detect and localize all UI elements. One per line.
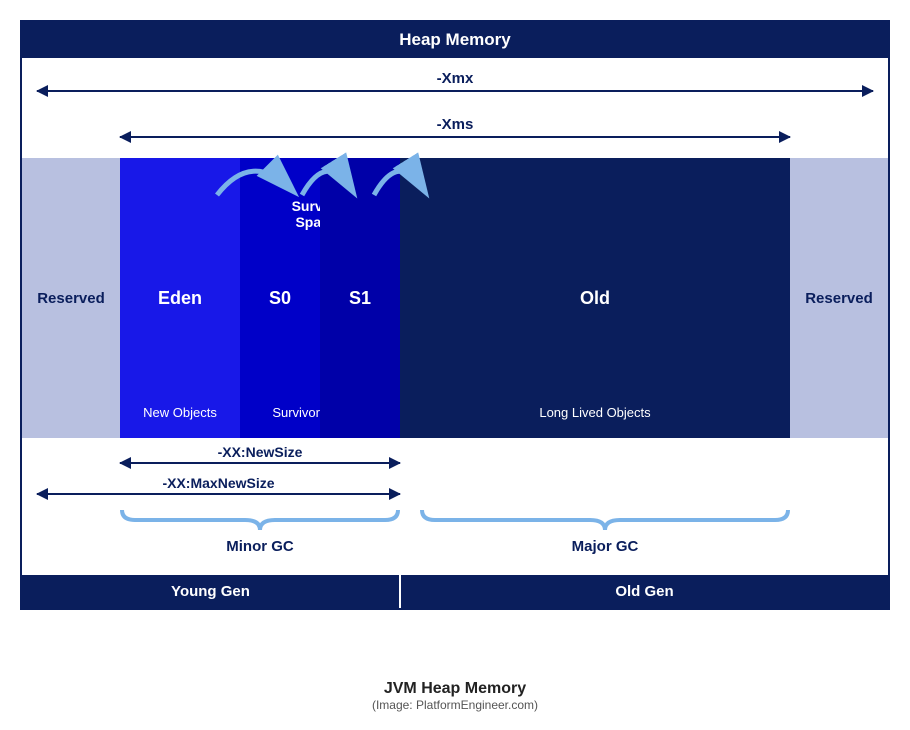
xmx-label: -Xmx: [37, 70, 873, 87]
xms-label: -Xms: [120, 116, 790, 133]
header-title: Heap Memory: [22, 22, 888, 58]
young-gen-label: Young Gen: [22, 573, 400, 608]
eden-sub: New Objects: [143, 405, 217, 420]
s0-segment: Survivor Spaces S0 Survivor Objects: [240, 158, 320, 438]
promotion-arrows: [22, 150, 892, 200]
major-gc-brace: [420, 508, 790, 533]
s1-title: S1: [349, 288, 371, 309]
caption-title: JVM Heap Memory: [0, 680, 910, 698]
eden-segment: Eden New Objects: [120, 158, 240, 438]
old-sub: Long Lived Objects: [539, 405, 650, 420]
caption-sub: (Image: PlatformEngineer.com): [0, 698, 910, 712]
bottom-sizing-arrows: -XX:NewSize -XX:MaxNewSize: [22, 438, 888, 503]
top-sizing-arrows: -Xmx -Xms: [22, 58, 888, 158]
old-gen-label: Old Gen: [400, 573, 888, 608]
caption: JVM Heap Memory (Image: PlatformEngineer…: [0, 680, 910, 712]
newsize-arrow: -XX:NewSize: [120, 462, 400, 464]
reserved-right: Reserved: [790, 158, 888, 438]
eden-title: Eden: [158, 288, 202, 309]
reserved-left: Reserved: [22, 158, 120, 438]
generation-footer: Young Gen Old Gen: [22, 573, 888, 608]
s0-title: S0: [269, 288, 291, 309]
minor-gc-label: Minor GC: [120, 538, 400, 555]
major-gc-label: Major GC: [420, 538, 790, 555]
xms-arrow: -Xms: [120, 136, 790, 138]
gc-braces: Minor GC Major GC: [22, 503, 888, 573]
heap-diagram: Heap Memory -Xmx -Xms Reserved Eden New …: [20, 20, 890, 610]
maxnewsize-arrow: -XX:MaxNewSize: [37, 493, 400, 495]
old-segment: Old Long Lived Objects: [400, 158, 790, 438]
xmx-arrow: -Xmx: [37, 90, 873, 92]
old-title: Old: [580, 288, 610, 309]
s1-segment: S1: [320, 158, 400, 438]
newsize-label: -XX:NewSize: [120, 444, 400, 460]
minor-gc-brace: [120, 508, 400, 533]
maxnewsize-label: -XX:MaxNewSize: [37, 475, 400, 491]
heap-segments: Reserved Eden New Objects Survivor Space…: [22, 158, 888, 438]
